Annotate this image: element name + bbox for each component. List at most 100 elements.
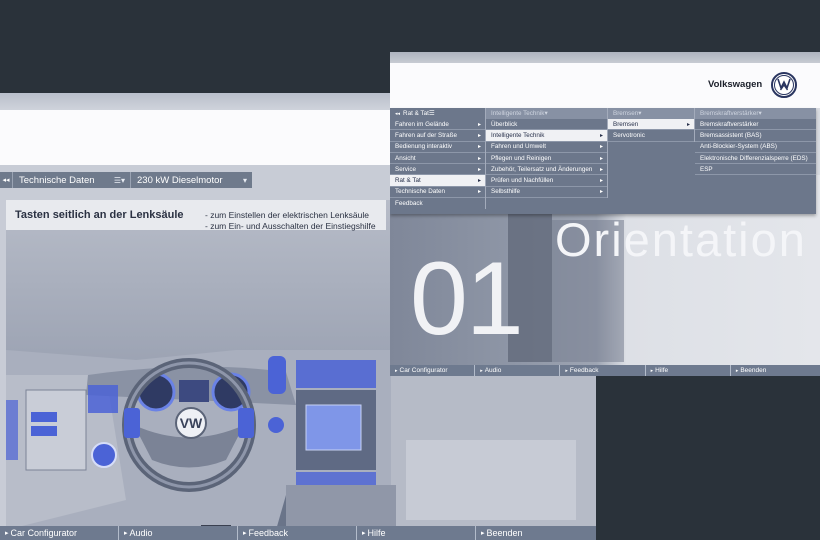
brand-name: Volkswagen (708, 79, 763, 90)
menu-item[interactable]: Servotronic (608, 130, 694, 142)
menu-item-label: Prüfen und Nachfüllen (491, 177, 554, 185)
menu-item-selected[interactable]: Rat & Tat ▸ (390, 175, 485, 187)
menu-item[interactable]: Fahren im Gelände ▸ (390, 119, 485, 131)
menu-item[interactable]: Zubehör, Teilersatz und Änderungen ▸ (486, 164, 607, 176)
menu-item[interactable]: Pflegen und Reinigen ▸ (486, 153, 607, 165)
chevron-right-icon: ▸ (599, 189, 603, 196)
menu-item-selected[interactable]: Intelligente Technik ▸ (486, 130, 607, 142)
chevron-right-icon: ▸ (243, 530, 247, 537)
bottom-item-label: Car Configurator (399, 367, 448, 374)
chevron-right-icon: ▸ (477, 189, 481, 196)
menu-item[interactable]: Elektronische Differenzialsperre (EDS) (695, 153, 816, 165)
menu-column-4-header[interactable]: Bremskraftverstärker ▾ (695, 108, 816, 119)
bottom-item-car-configurator[interactable]: ▸ Car Configurator (390, 365, 476, 376)
menu-item[interactable]: Bedienung interaktiv ▸ (390, 142, 485, 153)
bottom-item-label: Hilfe (655, 367, 669, 374)
menu-item-label: Service (395, 165, 416, 173)
chapter-title: Orientation (555, 213, 807, 266)
back-icon: ◂◂ (395, 110, 401, 117)
chevron-right-icon: ▸ (565, 367, 568, 374)
chevron-right-icon: ▸ (599, 144, 603, 151)
bottom-item-label: Beenden (740, 367, 767, 374)
bottom-item-feedback[interactable]: ▸ Feedback (560, 365, 646, 376)
bottom-item-label: Car Configurator (10, 528, 78, 538)
menu-list-icon: ☰▾ (113, 175, 125, 185)
chevron-right-icon: ▸ (124, 530, 128, 537)
caption-line-1: - zum Einstellen der elektrischen Lenksä… (205, 210, 369, 220)
front-window: Volkswagen 01 Orientation ◂◂ Rat & Tat ☰… (390, 52, 820, 376)
chevron-down-icon: ▾ (758, 110, 762, 117)
chapter-number: 01 (410, 241, 524, 357)
nav-engine-dropdown[interactable]: 230 kW Dieselmotor ▾ (131, 172, 252, 188)
vw-logo-icon (771, 72, 797, 98)
menu-item-label: Pflegen und Reinigen (491, 154, 552, 162)
menu-item[interactable]: Fahren und Umwelt ▸ (486, 142, 607, 153)
menu-item[interactable]: Prüfen und Nachfüllen ▸ (486, 175, 607, 187)
menu-item-label: Servotronic (613, 131, 645, 139)
nav-back-icon[interactable]: ◂◂ (0, 172, 13, 188)
chevron-right-icon: ▸ (735, 367, 739, 374)
bottom-item-label: Feedback (569, 367, 599, 374)
bottom-item-hilfe[interactable]: ▸ Hilfe (646, 365, 731, 376)
chevron-right-icon: ▸ (477, 144, 481, 151)
chevron-right-icon: ▸ (477, 166, 481, 173)
menu-item[interactable]: Ansicht ▸ (390, 153, 485, 165)
menu-column-2-header[interactable]: Intelligente Technik ▾ (486, 108, 607, 119)
menu-item[interactable]: Bremsassistent (BAS) (695, 130, 816, 142)
nav-section-dropdown[interactable]: Technische Daten ☰▾ (13, 172, 131, 188)
chevron-right-icon: ▸ (477, 178, 481, 185)
menu-item-label: Feedback (395, 200, 423, 208)
bottom-item-audio[interactable]: ▸ Audio (119, 526, 238, 540)
menu-item[interactable]: Technische Daten ▸ (390, 187, 485, 199)
chevron-right-icon: ▸ (5, 530, 9, 537)
bottom-item-audio[interactable]: ▸ Audio (475, 365, 561, 376)
menu-item[interactable]: Anti-Blockier-System (ABS) (695, 142, 816, 153)
bottom-item-feedback[interactable]: ▸ Feedback (238, 526, 357, 540)
menu-item-label: Elektronische Differenzialsperre (EDS) (700, 154, 808, 162)
bottom-item-beenden[interactable]: ▸ Beenden (731, 365, 820, 376)
menu-item-label: Überblick (491, 120, 518, 128)
chevron-right-icon: ▸ (395, 367, 398, 374)
chevron-right-icon: ▸ (686, 121, 690, 128)
chevron-right-icon: ▸ (362, 530, 366, 537)
menu-item-label: Zubehör, Teilersatz und Änderungen (491, 165, 593, 173)
menu-item-label: Bedienung interaktiv (395, 143, 453, 151)
bottom-item-label: Audio (484, 367, 502, 374)
menu-header-label: Bremsen (613, 110, 639, 117)
front-top-band (390, 52, 820, 63)
chevron-right-icon: ▸ (480, 367, 483, 374)
menu-item[interactable]: Überblick (486, 119, 607, 131)
caption-line-2: - zum Ein- und Ausschalten der Einstiegs… (205, 221, 376, 231)
chevron-right-icon: ▸ (599, 132, 603, 139)
menu-column-2: Intelligente Technik ▾ Überblick Intelli… (486, 108, 608, 199)
menu-item-label: Selbsthilfe (491, 188, 521, 196)
back-nav-strip: ◂◂ Technische Daten ☰▾ 230 kW Dieselmoto… (0, 172, 252, 188)
chevron-right-icon: ▸ (477, 132, 481, 139)
menu-item-label: Ansicht (395, 154, 416, 162)
front-bottom-bar: ▸ Car Configurator ▸ Audio ▸ Feedback ▸ … (390, 365, 820, 376)
menu-item-label: Bremsen (613, 120, 639, 128)
menu-item-label: Fahren im Gelände (395, 120, 449, 128)
nav-section-label: Technische Daten (19, 174, 95, 186)
menu-column-1: ◂◂ Rat & Tat ☰ Fahren im Gelände ▸ Fahren… (390, 108, 486, 210)
menu-column-1-header[interactable]: ◂◂ Rat & Tat ☰ (390, 108, 485, 119)
menu-item[interactable]: Feedback (390, 198, 485, 209)
menu-item[interactable]: Fahren auf der Straße ▸ (390, 130, 485, 142)
menu-column-4: Bremskraftverstärker ▾ Bremskraftverstär… (695, 108, 816, 176)
menu-item-label: Bremskraftverstärker (700, 120, 759, 128)
bottom-item-car-configurator[interactable]: ▸ Car Configurator (0, 526, 119, 540)
menu-header-label: Rat & Tat (403, 110, 429, 117)
menu-item-selected[interactable]: Bremsen ▸ (608, 119, 694, 131)
menu-item-label: ESP (700, 165, 713, 173)
menu-item[interactable]: Service ▸ (390, 164, 485, 176)
menu-item[interactable]: Bremskraftverstärker (695, 119, 816, 131)
chevron-down-icon: ▾ (242, 175, 247, 185)
menu-item[interactable]: ESP (695, 164, 816, 176)
menu-item-label: Rat & Tat (395, 177, 421, 185)
menu-column-3-header[interactable]: Bremsen ▾ (608, 108, 694, 119)
menu-item-label: Intelligente Technik (491, 131, 545, 139)
bottom-item-hilfe[interactable]: ▸ Hilfe (357, 526, 476, 540)
menu-item[interactable]: Selbsthilfe ▸ (486, 187, 607, 199)
bottom-item-beenden[interactable]: ▸ Beenden (476, 526, 594, 540)
menu-list-icon: ☰ (428, 110, 435, 117)
